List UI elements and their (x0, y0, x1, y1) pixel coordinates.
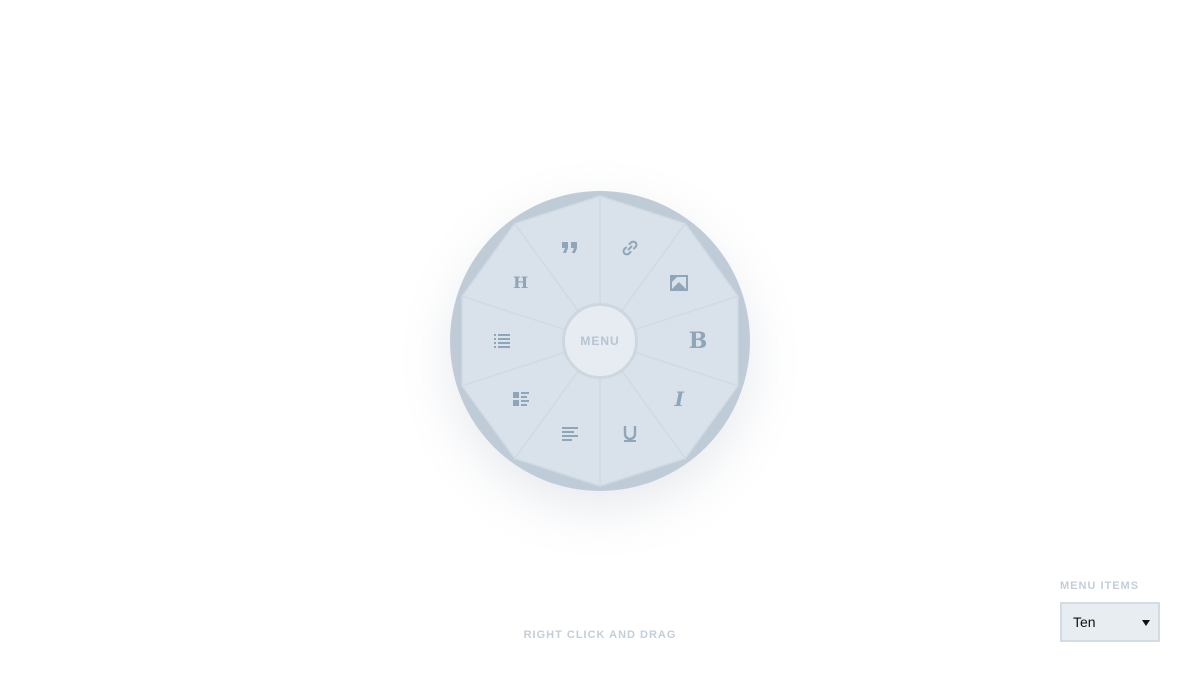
bold-icon[interactable]: B (687, 330, 709, 352)
underline-icon[interactable] (619, 423, 641, 445)
block-list-icon[interactable] (510, 388, 532, 410)
italic-icon[interactable]: I (668, 388, 690, 410)
link-icon[interactable] (619, 237, 641, 259)
italic-glyph: I (674, 386, 684, 411)
menu-center-label: MENU (580, 334, 620, 348)
menu-items-select-value: Ten (1073, 614, 1096, 630)
instruction-hint: RIGHT CLICK AND DRAG (523, 629, 677, 641)
page: B I H MENU RIGHT CLICK AND DRAG MENU ITEMS… (0, 0, 1200, 682)
menu-items-label: MENU ITEMS (1060, 580, 1140, 592)
list-icon[interactable] (491, 330, 513, 352)
align-left-icon[interactable] (559, 423, 581, 445)
menu-center-button[interactable]: MENU (562, 303, 638, 379)
chevron-down-icon (1142, 620, 1150, 626)
quote-icon[interactable] (559, 237, 581, 259)
heading-icon[interactable]: H (510, 272, 532, 294)
image-icon[interactable] (668, 272, 690, 294)
heading-glyph: H (513, 273, 529, 293)
bold-glyph: B (688, 328, 708, 354)
menu-items-select[interactable]: Ten (1060, 602, 1160, 642)
radial-menu[interactable]: B I H MENU (450, 191, 750, 491)
